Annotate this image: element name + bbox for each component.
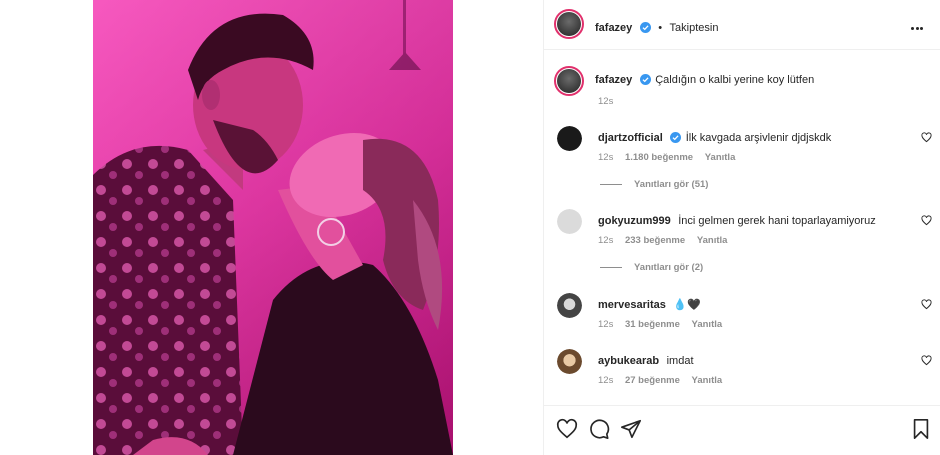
reply-button[interactable]: Yanıtla [692, 319, 723, 330]
instagram-post-view: fafazey • Takiptesin fafazey Çaldığın o … [0, 0, 940, 455]
comment-time: 12s [598, 235, 614, 246]
follow-status[interactable]: Takiptesin [670, 22, 719, 34]
comment-text-line: mervesaritas 💧🖤 [598, 295, 701, 313]
comment-likes[interactable]: 31 beğenme [625, 319, 680, 330]
heart-icon[interactable] [921, 132, 932, 143]
comment-meta: 12s 1.180 beğenme Yanıtla [598, 152, 735, 163]
post-header: fafazey • Takiptesin [544, 0, 940, 50]
author-avatar[interactable] [554, 9, 584, 39]
view-replies-button[interactable]: Yanıtları gör (2) [600, 262, 703, 273]
post-actions-bar [544, 405, 940, 455]
author-username[interactable]: fafazey [595, 22, 632, 34]
commenter-avatar[interactable] [557, 293, 582, 318]
comment-username[interactable]: aybukearab [598, 355, 659, 367]
photo-illustration [93, 0, 453, 455]
comment-time: 12s [598, 375, 614, 386]
paper-plane-icon[interactable] [620, 418, 642, 440]
header-separator: • [658, 22, 663, 34]
comment-text: 💧🖤 [673, 299, 701, 311]
view-replies-label: Yanıtları gör (51) [634, 179, 709, 190]
reply-button[interactable]: Yanıtla [697, 235, 728, 246]
heart-icon[interactable] [921, 215, 932, 226]
comment-text: İlk kavgada arşivlenir djdjskdk [685, 132, 832, 144]
media-area [0, 0, 543, 455]
caption-avatar[interactable] [554, 66, 584, 96]
more-options-icon[interactable] [911, 17, 929, 31]
commenter-avatar[interactable] [557, 209, 582, 234]
caption-text-line: fafazey Çaldığın o kalbi yerine koy lütf… [595, 70, 814, 88]
caption-time: 12s [598, 96, 614, 107]
caption-row: fafazey Çaldığın o kalbi yerine koy lütf… [544, 64, 940, 110]
caption-text: Çaldığın o kalbi yerine koy lütfen [655, 74, 815, 86]
reply-button[interactable]: Yanıtla [692, 375, 723, 386]
verified-badge-icon [639, 22, 651, 33]
comment-username[interactable]: gokyuzum999 [598, 215, 671, 227]
comment-item: mervesaritas 💧🖤 12s 31 beğenme Yanıtla [544, 289, 940, 339]
verified-badge-icon [639, 74, 651, 85]
comment-text-line: djartzofficial İlk kavgada arşivlenir dj… [598, 128, 831, 146]
verified-badge-icon [670, 132, 682, 143]
view-replies-button[interactable]: Yanıtları gör (51) [600, 179, 708, 190]
comment-item: aybukearab imdat 12s 27 beğenme Yanıtla [544, 345, 940, 395]
commenter-avatar[interactable] [557, 126, 582, 151]
comment-item: djartzofficial İlk kavgada arşivlenir dj… [544, 122, 940, 202]
comment-text-line: gokyuzum999 İnci gelmen gerek hani topar… [598, 211, 876, 229]
comment-text: İnci gelmen gerek hani toparlayamiyoruz [678, 215, 876, 227]
comment-likes[interactable]: 1.180 beğenme [625, 152, 693, 163]
comment-text: imdat [666, 355, 694, 367]
post-side-panel: fafazey • Takiptesin fafazey Çaldığın o … [543, 0, 940, 455]
heart-icon[interactable] [921, 355, 932, 366]
comment-likes[interactable]: 233 beğenme [625, 235, 685, 246]
post-photo[interactable] [93, 0, 453, 455]
bookmark-icon[interactable] [910, 418, 932, 440]
author-line: fafazey • Takiptesin [595, 18, 718, 36]
heart-icon[interactable] [556, 418, 578, 440]
comment-meta: 12s 27 beğenme Yanıtla [598, 375, 722, 386]
comment-item: gokyuzum999 İnci gelmen gerek hani topar… [544, 205, 940, 285]
reply-button[interactable]: Yanıtla [705, 152, 736, 163]
comment-time: 12s [598, 319, 614, 330]
comment-meta: 12s 31 beğenme Yanıtla [598, 319, 722, 330]
comment-icon[interactable] [588, 418, 610, 440]
caption-username[interactable]: fafazey [595, 74, 632, 86]
comment-username[interactable]: mervesaritas [598, 299, 666, 311]
heart-icon[interactable] [921, 299, 932, 310]
comment-time: 12s [598, 152, 614, 163]
view-replies-label: Yanıtları gör (2) [634, 262, 704, 273]
comment-text-line: aybukearab imdat [598, 351, 694, 369]
comment-likes[interactable]: 27 beğenme [625, 375, 680, 386]
comment-meta: 12s 233 beğenme Yanıtla [598, 235, 727, 246]
comment-username[interactable]: djartzofficial [598, 132, 663, 144]
commenter-avatar[interactable] [557, 349, 582, 374]
